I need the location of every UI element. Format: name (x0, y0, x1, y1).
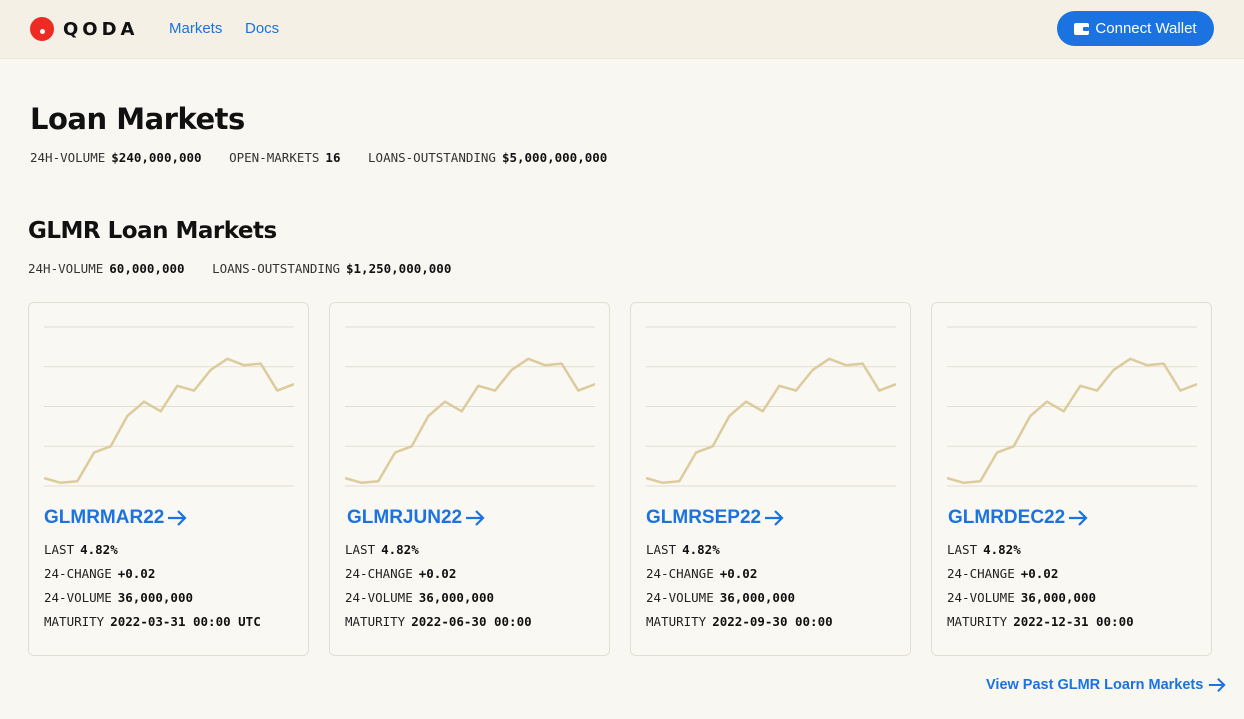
connect-wallet-label: Connect Wallet (1095, 20, 1197, 37)
detail-label: MATURITY (947, 614, 1008, 629)
market-link[interactable]: GLMRMAR22 (44, 507, 188, 529)
stat-value: $1,250,000,000 (346, 261, 452, 276)
detail-label: LAST (947, 542, 978, 557)
stat-label: OPEN-MARKETS (229, 150, 320, 165)
connect-wallet-button[interactable]: Connect Wallet (1057, 11, 1214, 46)
market-name: GLMRSEP22 (646, 507, 762, 528)
arrow-right-icon (1209, 677, 1226, 693)
market-card[interactable]: GLMRJUN22 LAST 4.82% 24-CHANGE +0.02 24-VO… (329, 302, 610, 656)
glmr-markets-stats: 24H-VOLUME 60,000,000 LOANS-OUTSTANDING $1… (28, 261, 471, 276)
last-value: 4.82% (682, 542, 720, 557)
market-details: LAST 4.82% 24-CHANGE +0.02 24-VOLUME 36,000… (44, 541, 261, 637)
change-value: +0.02 (719, 566, 758, 581)
loan-markets-stats: 24H-VOLUME $240,000,000 OPEN-MARKETS 16 LO… (30, 150, 627, 165)
nav-docs-link[interactable]: Docs (245, 20, 279, 37)
wallet-icon (1074, 22, 1090, 35)
volume-value: 36,000,000 (1020, 590, 1096, 605)
last-value: 4.82% (80, 542, 118, 557)
stat-value: $240,000,000 (111, 150, 202, 165)
market-card[interactable]: GLMRDEC22 LAST 4.82% 24-CHANGE +0.02 24-VO… (931, 302, 1212, 656)
detail-label: 24-VOLUME (44, 590, 112, 605)
market-name: GLMRDEC22 (948, 507, 1066, 528)
market-details: LAST 4.82% 24-CHANGE +0.02 24-VOLUME 36,000… (947, 541, 1134, 637)
market-name: GLMRJUN22 (347, 507, 463, 528)
detail-label: LAST (345, 542, 376, 557)
market-link[interactable]: GLMRDEC22 (948, 507, 1089, 529)
stat-label: 24H-VOLUME (28, 261, 104, 276)
maturity-value: 2022-12-31 00:00 (1013, 614, 1134, 629)
volume-value: 36,000,000 (117, 590, 193, 605)
top-nav-bar: QODA Markets Docs Connect Wallet (0, 0, 1244, 59)
stat-label: 24H-VOLUME (30, 150, 106, 165)
detail-label: 24-VOLUME (947, 590, 1015, 605)
market-name: GLMRMAR22 (44, 507, 165, 528)
sparkline-chart (345, 326, 595, 487)
detail-label: MATURITY (345, 614, 406, 629)
detail-label: MATURITY (646, 614, 707, 629)
maturity-value: 2022-06-30 00:00 (411, 614, 532, 629)
volume-value: 36,000,000 (418, 590, 494, 605)
sparkline-chart (646, 326, 896, 487)
volume-value: 36,000,000 (719, 590, 795, 605)
change-value: +0.02 (418, 566, 457, 581)
logo-mark-icon (30, 17, 54, 41)
arrow-right-icon (466, 510, 485, 526)
detail-label: LAST (646, 542, 677, 557)
sparkline-chart (947, 326, 1197, 487)
detail-label: 24-CHANGE (44, 566, 112, 581)
detail-label: LAST (44, 542, 75, 557)
detail-label: 24-CHANGE (646, 566, 714, 581)
view-past-markets-link[interactable]: View Past GLMR Loarn Markets (986, 676, 1227, 694)
sparkline-series (947, 357, 1197, 485)
maturity-value: 2022-09-30 00:00 (712, 614, 833, 629)
detail-label: 24-VOLUME (646, 590, 714, 605)
sparkline-chart (44, 326, 294, 487)
detail-label: 24-VOLUME (345, 590, 413, 605)
detail-label: 24-CHANGE (947, 566, 1015, 581)
sparkline-series (646, 357, 896, 485)
maturity-value: 2022-03-31 00:00 UTC (110, 614, 261, 629)
stat-label: LOANS-OUTSTANDING (212, 261, 340, 276)
stat-value: $5,000,000,000 (501, 150, 608, 165)
section-title: GLMR Loan Markets (28, 218, 277, 244)
last-value: 4.82% (381, 542, 419, 557)
market-link[interactable]: GLMRSEP22 (646, 507, 785, 529)
stat-value: 16 (325, 150, 341, 165)
qoda-logo[interactable]: QODA (30, 17, 138, 41)
market-details: LAST 4.82% 24-CHANGE +0.02 24-VOLUME 36,000… (345, 541, 532, 637)
arrow-right-icon (765, 510, 784, 526)
detail-label: MATURITY (44, 614, 105, 629)
sparkline-series (44, 357, 294, 485)
change-value: +0.02 (117, 566, 156, 581)
logo-wordmark: QODA (63, 18, 139, 40)
stat-label: LOANS-OUTSTANDING (368, 150, 496, 165)
view-past-label: View Past GLMR Loarn Markets (986, 677, 1204, 693)
nav-markets-link[interactable]: Markets (169, 20, 222, 37)
detail-label: 24-CHANGE (345, 566, 413, 581)
market-card[interactable]: GLMRMAR22 LAST 4.82% 24-CHANGE +0.02 24-VO… (28, 302, 309, 656)
arrow-right-icon (168, 510, 187, 526)
market-link[interactable]: GLMRJUN22 (347, 507, 486, 529)
stat-value: 60,000,000 (109, 261, 185, 276)
market-card[interactable]: GLMRSEP22 LAST 4.82% 24-CHANGE +0.02 24-VO… (630, 302, 911, 656)
market-details: LAST 4.82% 24-CHANGE +0.02 24-VOLUME 36,000… (646, 541, 833, 637)
page-title: Loan Markets (30, 102, 245, 136)
sparkline-series (345, 357, 595, 485)
arrow-right-icon (1069, 510, 1088, 526)
change-value: +0.02 (1020, 566, 1059, 581)
last-value: 4.82% (983, 542, 1021, 557)
